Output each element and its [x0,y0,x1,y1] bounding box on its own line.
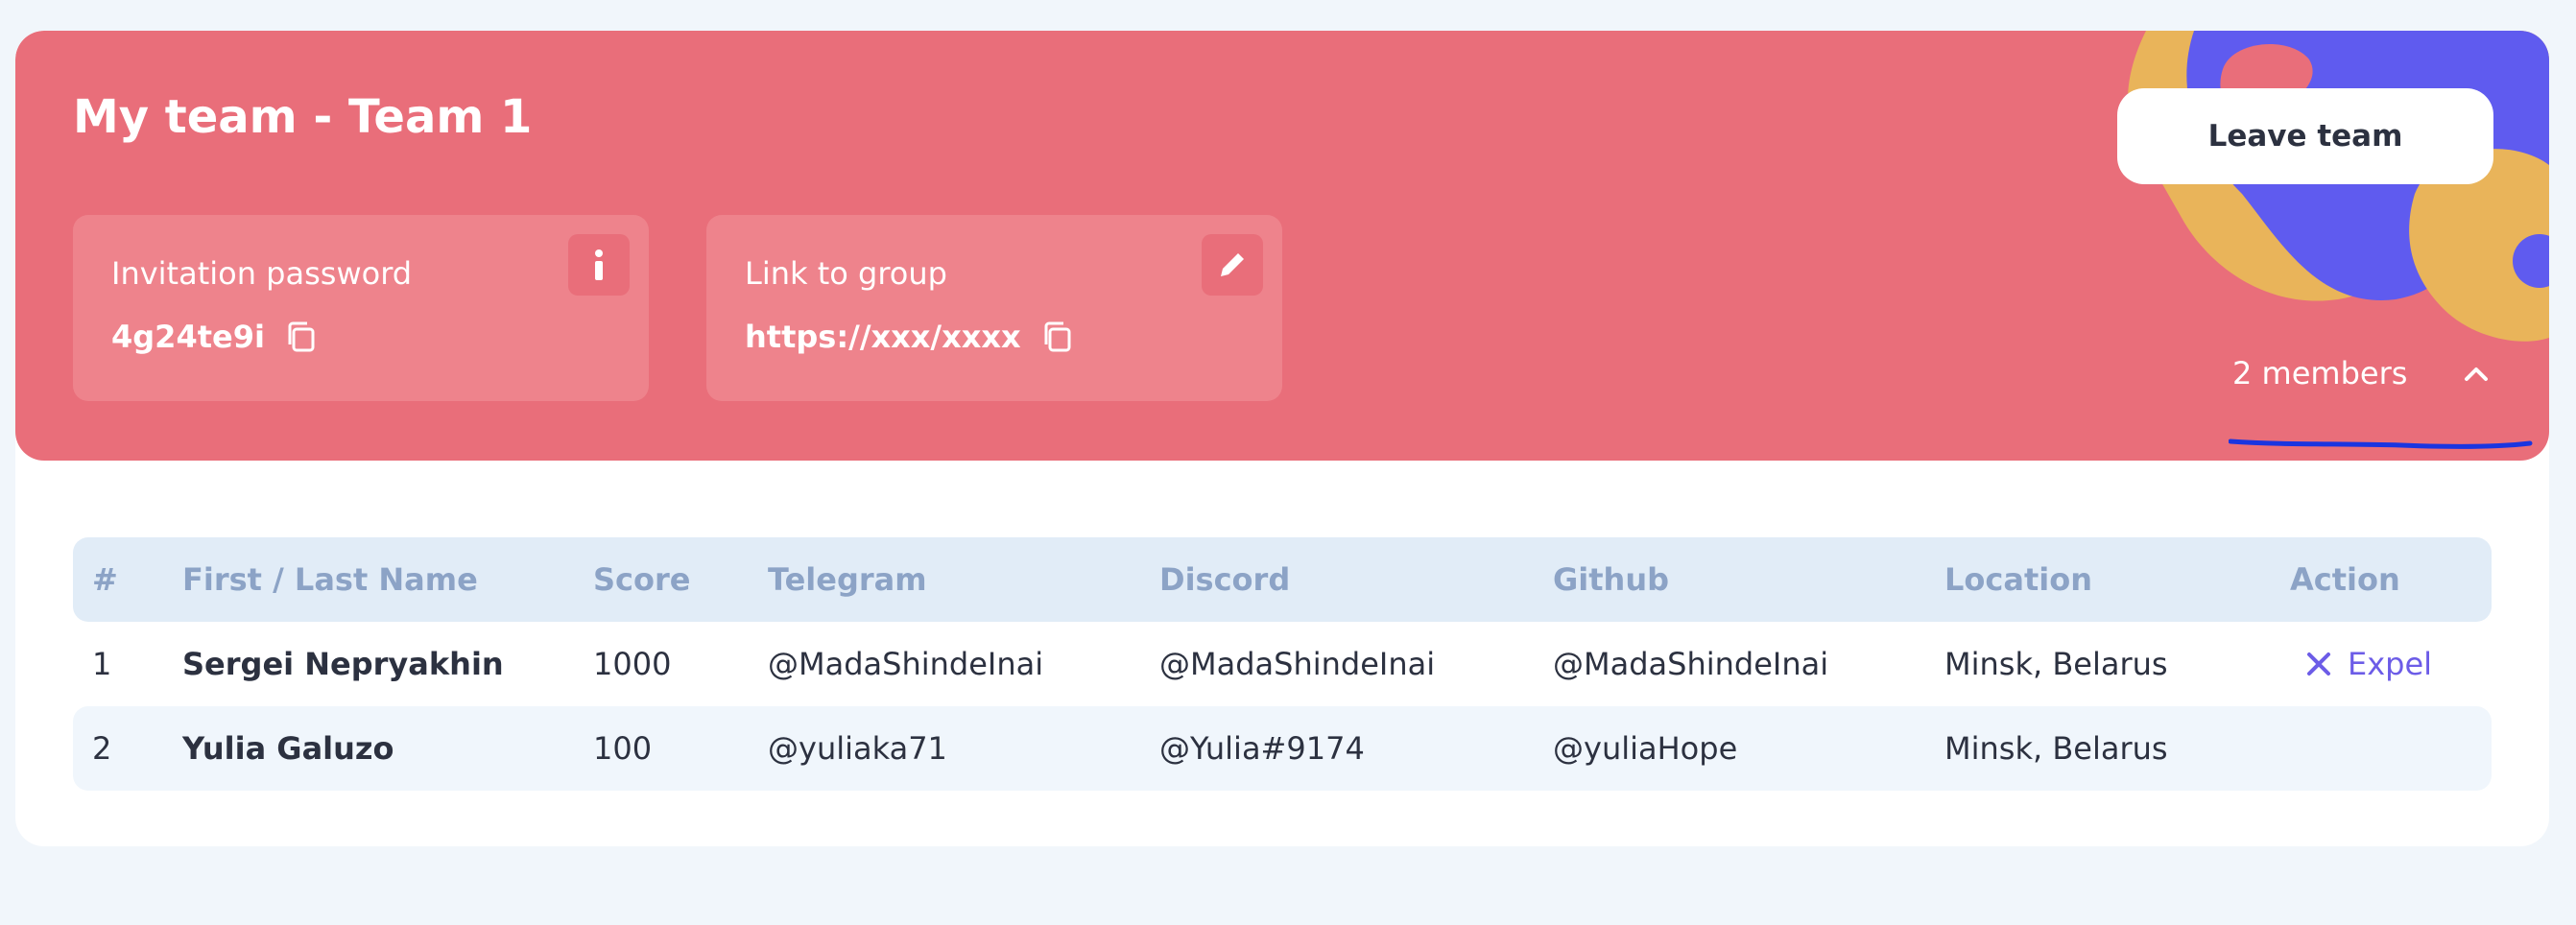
member-name: Yulia Galuzo [182,730,394,767]
expel-button[interactable]: Expel [2305,646,2432,682]
header-location: Location [1944,561,2092,598]
members-table: # First / Last Name Score Telegram Disco… [73,537,2492,791]
invitation-password-label: Invitation password [111,255,413,292]
edit-link-button[interactable] [1202,234,1263,296]
info-button[interactable] [568,234,630,296]
members-count: 2 members [2232,355,2408,391]
members-toggle[interactable]: 2 members [2232,355,2490,391]
group-link-value[interactable]: https://xxx/xxxx [745,319,1021,355]
copy-icon[interactable] [284,320,319,354]
invitation-password-value: 4g24te9i [111,319,265,355]
group-link-box: Link to group https://xxx/xxxx [706,215,1282,401]
member-discord: @MadaShindeInai [1159,646,1436,682]
row-index: 1 [92,646,112,682]
table-header: # First / Last Name Score Telegram Disco… [73,537,2492,622]
group-link-label: Link to group [745,255,947,292]
header-discord: Discord [1159,561,1291,598]
header-action: Action [2290,561,2400,598]
team-banner: My team - Team 1 Invitation password 4g2… [15,31,2549,461]
row-index: 2 [92,730,112,767]
invitation-password-box: Invitation password 4g24te9i [73,215,649,401]
member-score: 100 [593,730,653,767]
copy-icon[interactable] [1040,320,1075,354]
member-telegram: @MadaShindeInai [768,646,1044,682]
chevron-up-icon [2465,368,2489,381]
expel-action[interactable]: Expel [2305,622,2432,706]
header-name: First / Last Name [182,561,478,598]
leave-team-button[interactable]: Leave team [2117,88,2493,184]
member-github: @MadaShindeInai [1553,646,1829,682]
table-row: 1 Sergei Nepryakhin 1000 @MadaShindeInai… [73,622,2492,706]
member-location: Minsk, Belarus [1944,730,2168,767]
member-github: @yuliaHope [1553,730,1738,767]
team-card: My team - Team 1 Invitation password 4g2… [15,31,2549,846]
close-icon [2307,652,2330,676]
hand-drawn-underline [2229,439,2533,449]
member-telegram: @yuliaka71 [768,730,947,767]
member-discord: @Yulia#9174 [1159,730,1365,767]
expel-label: Expel [2348,646,2433,682]
header-github: Github [1553,561,1669,598]
decorative-blobs [2128,31,2549,342]
header-score: Score [593,561,691,598]
table-row: 2 Yulia Galuzo 100 @yuliaka71 @Yulia#917… [73,706,2492,791]
header-telegram: Telegram [768,561,927,598]
page-title: My team - Team 1 [73,90,533,144]
member-location: Minsk, Belarus [1944,646,2168,682]
member-score: 1000 [593,646,672,682]
pencil-icon [1221,253,1244,276]
info-icon [595,249,603,280]
member-name: Sergei Nepryakhin [182,646,504,682]
header-index: # [92,561,118,598]
